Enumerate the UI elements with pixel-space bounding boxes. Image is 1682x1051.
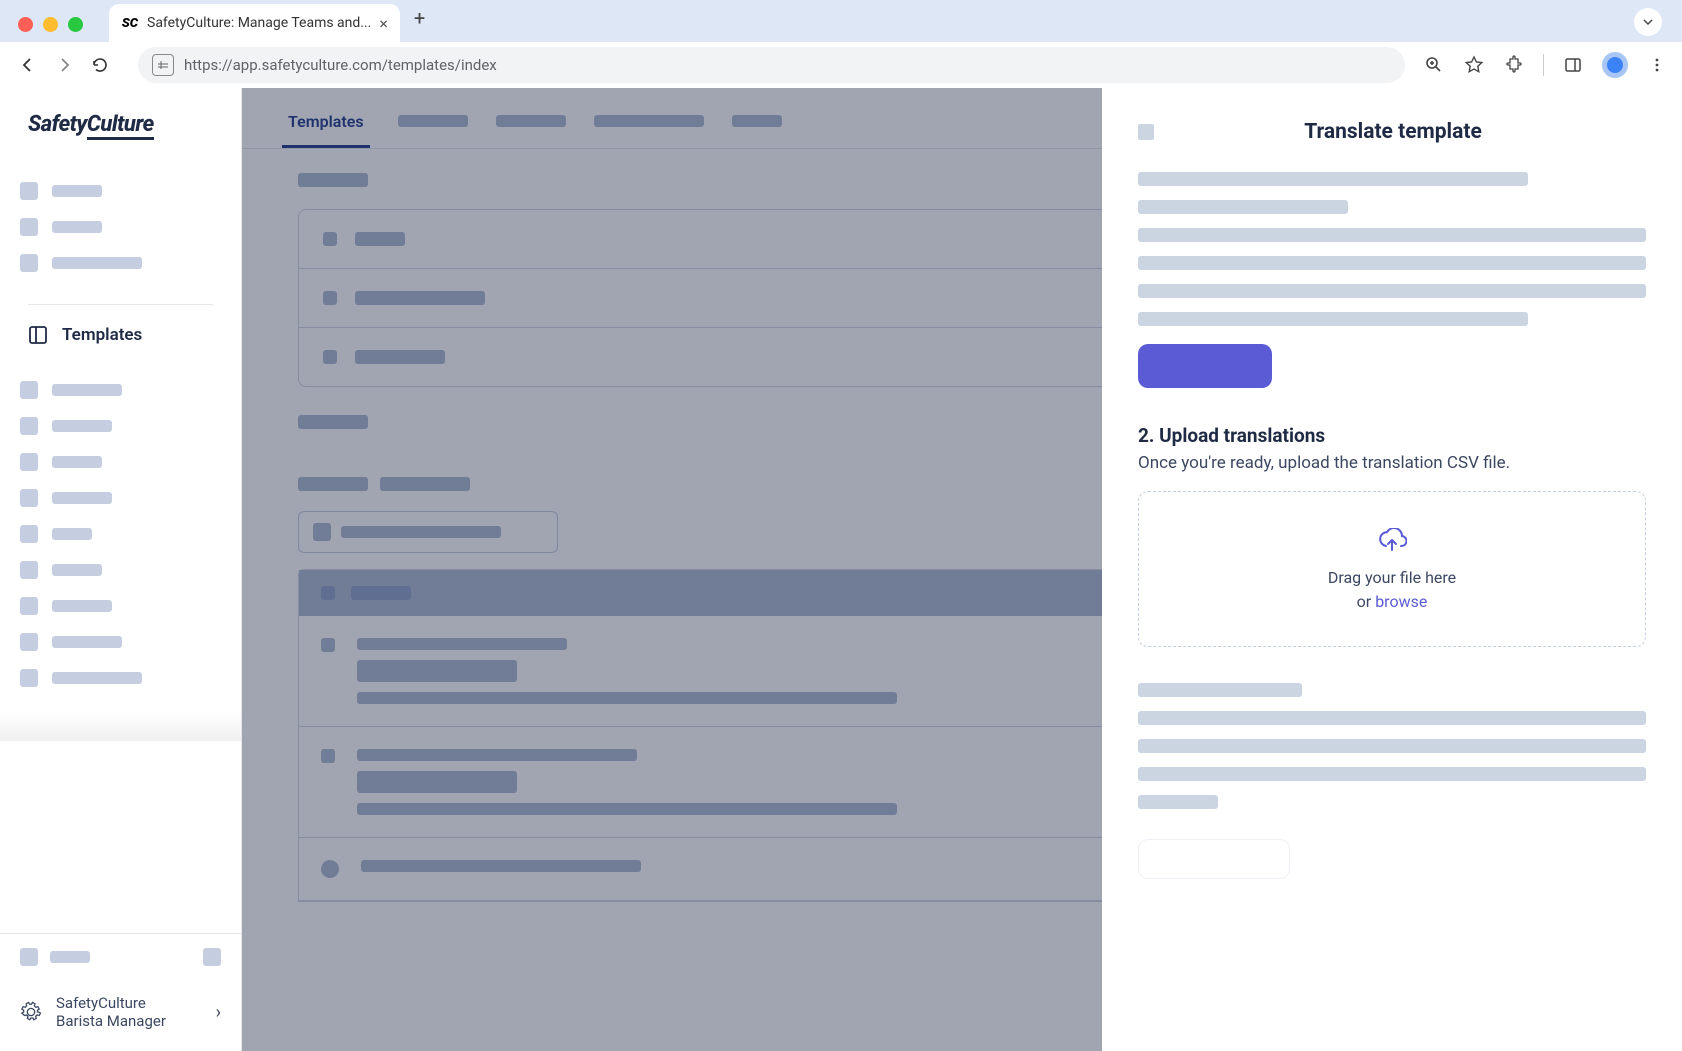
tab-strip: SC SafetyCulture: Manage Teams and... × …	[0, 0, 1682, 42]
step2-description: Once you're ready, upload the translatio…	[1138, 453, 1646, 473]
divider	[1543, 54, 1544, 76]
site-settings-icon[interactable]	[152, 54, 174, 76]
ghost-button-skeleton	[1138, 839, 1290, 879]
app-root: SafetyCulture Templates	[0, 88, 1682, 1051]
extensions-icon[interactable]	[1503, 54, 1525, 76]
dropzone-text-line2: or browse	[1159, 590, 1625, 614]
profile-avatar[interactable]	[1602, 52, 1628, 78]
forward-button[interactable]	[50, 51, 78, 79]
cloud-upload-icon	[1377, 528, 1407, 554]
browser-chrome: SC SafetyCulture: Manage Teams and... × …	[0, 0, 1682, 88]
templates-icon	[28, 325, 48, 345]
file-dropzone[interactable]: Drag your file here or browse	[1138, 491, 1646, 647]
tab-favicon-icon: SC	[121, 14, 139, 32]
kebab-menu-icon[interactable]	[1646, 54, 1668, 76]
panel-step3-skeleton	[1138, 683, 1646, 883]
browse-link[interactable]: browse	[1375, 592, 1427, 611]
sidebar-item-skeleton	[20, 597, 221, 615]
sidebar-item-skeleton	[20, 489, 221, 507]
address-bar[interactable]: https://app.safetyculture.com/templates/…	[138, 47, 1405, 83]
sidebar-shadow	[0, 711, 241, 741]
panel-header: Translate template	[1138, 120, 1646, 144]
sidebar-item-skeleton	[20, 453, 221, 471]
zoom-icon[interactable]	[1423, 54, 1445, 76]
panel-title: Translate template	[1180, 120, 1606, 144]
sidebar-item-templates[interactable]: Templates	[0, 313, 241, 357]
account-name: SafetyCulture Barista Manager	[56, 994, 202, 1032]
maximize-window-button[interactable]	[68, 17, 83, 32]
sidebar-items-top	[0, 158, 241, 296]
bookmark-icon[interactable]	[1463, 54, 1485, 76]
chevron-right-icon: ›	[216, 1002, 221, 1023]
sidebar-separator	[28, 304, 213, 305]
browser-tab[interactable]: SC SafetyCulture: Manage Teams and... ×	[109, 4, 400, 42]
sidebar-item-skeleton	[20, 381, 221, 399]
tab-close-icon[interactable]: ×	[379, 14, 388, 33]
panel-close-skeleton	[1138, 124, 1154, 140]
logo: SafetyCulture	[0, 88, 241, 158]
step2-title: 2. Upload translations	[1138, 424, 1646, 447]
download-csv-button[interactable]	[1138, 344, 1272, 388]
sidebar-items-mid	[0, 357, 241, 711]
back-button[interactable]	[14, 51, 42, 79]
main-content: Templates	[242, 88, 1682, 1051]
new-tab-button[interactable]: +	[400, 0, 439, 36]
sidebar-item-skeleton	[20, 417, 221, 435]
sidebar-item-skeleton	[20, 218, 221, 236]
sidebar: SafetyCulture Templates	[0, 88, 242, 1051]
panel-step1-skeleton	[1138, 172, 1646, 326]
sidebar-item-skeleton	[20, 182, 221, 200]
window-controls	[12, 17, 95, 42]
dropzone-text-line1: Drag your file here	[1159, 566, 1625, 590]
avatar-icon	[1607, 57, 1623, 73]
tab-title: SafetyCulture: Manage Teams and...	[147, 15, 371, 31]
browser-toolbar: https://app.safetyculture.com/templates/…	[0, 42, 1682, 88]
sidebar-bottom: SafetyCulture Barista Manager ›	[0, 933, 241, 1051]
sidepanel-icon[interactable]	[1562, 54, 1584, 76]
sidebar-item-skeleton	[20, 633, 221, 651]
minimize-window-button[interactable]	[43, 17, 58, 32]
sidebar-bottom-skeleton-row	[0, 934, 241, 980]
url-text: https://app.safetyculture.com/templates/…	[184, 56, 497, 74]
translate-template-panel: Translate template 2. Upload translation…	[1102, 88, 1682, 1051]
chevron-down-icon	[1642, 16, 1654, 28]
gear-icon	[20, 1001, 42, 1023]
logo-text: SafetyCulture	[28, 112, 154, 137]
sidebar-templates-label: Templates	[62, 325, 142, 345]
reload-button[interactable]	[86, 51, 114, 79]
sidebar-item-skeleton	[20, 669, 221, 687]
sidebar-account-switcher[interactable]: SafetyCulture Barista Manager ›	[0, 980, 241, 1051]
sidebar-item-skeleton	[20, 254, 221, 272]
tabs-dropdown-button[interactable]	[1634, 8, 1662, 36]
sidebar-item-skeleton	[20, 561, 221, 579]
toolbar-right	[1423, 52, 1668, 78]
sidebar-item-skeleton	[20, 525, 221, 543]
close-window-button[interactable]	[18, 17, 33, 32]
